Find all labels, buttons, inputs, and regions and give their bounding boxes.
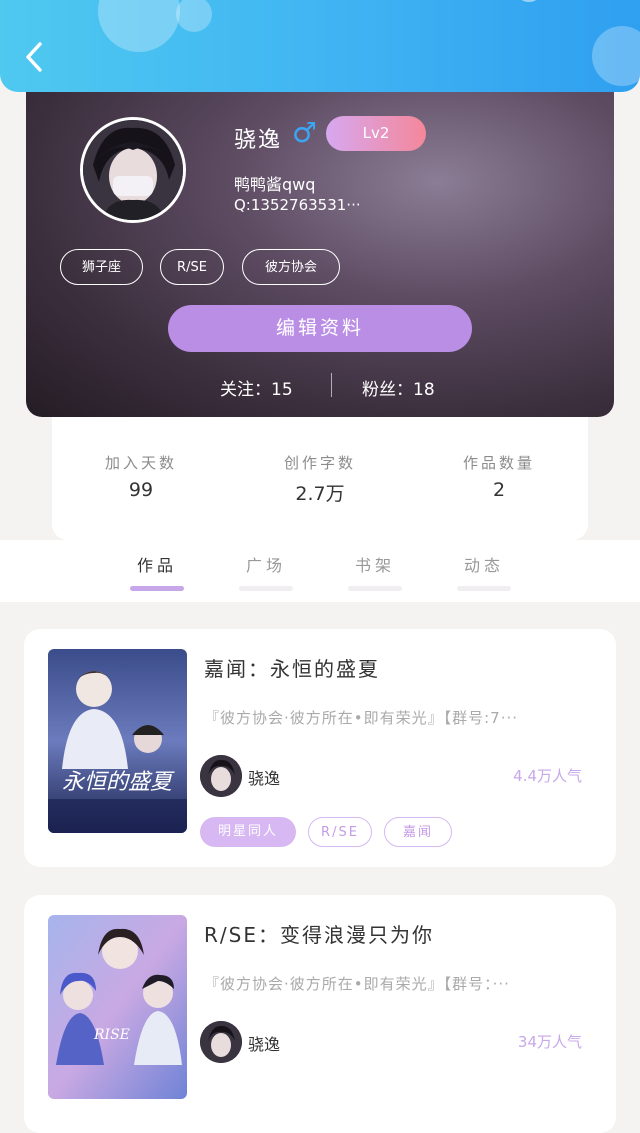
following-count[interactable]: 关注：15 bbox=[220, 375, 293, 400]
work-card[interactable]: RISE R/SE：变得浪漫只为你 『彼方协会·彼方所在•即有荣光』【群号：··… bbox=[24, 895, 616, 1133]
tab-indicator bbox=[457, 586, 511, 591]
profile-card: 骁逸 ♂ Lv2 鸭鸭酱qwq Q:1352763531··· 狮子座 R/SE… bbox=[26, 80, 614, 417]
stat-value: 2.7万 bbox=[295, 483, 345, 505]
work-tag[interactable]: 嘉闻 bbox=[384, 817, 452, 847]
tab-bar: 作品 广场 书架 动态 bbox=[0, 540, 640, 602]
work-author[interactable]: 骁逸 bbox=[248, 1031, 280, 1055]
work-tag[interactable]: 明星同人 bbox=[200, 817, 296, 847]
work-author[interactable]: 骁逸 bbox=[248, 765, 280, 789]
divider bbox=[331, 373, 332, 397]
stats-card: 加入天数 99 创作字数 2.7万 作品数量 2 bbox=[52, 400, 588, 540]
profile-tag[interactable]: R/SE bbox=[160, 249, 224, 285]
decor-bubble bbox=[592, 26, 640, 86]
back-arrow-icon[interactable] bbox=[22, 40, 50, 74]
tab-works[interactable]: 作品 bbox=[121, 552, 193, 576]
decor-bubble bbox=[98, 0, 180, 52]
stat-label: 创作字数 bbox=[283, 454, 356, 472]
male-icon: ♂ bbox=[292, 116, 318, 149]
tab-bookshelf[interactable]: 书架 bbox=[339, 552, 411, 576]
work-cover[interactable]: 永恒的盛夏 bbox=[48, 649, 187, 833]
work-description: 『彼方协会·彼方所在•即有荣光』【群号：··· bbox=[204, 975, 510, 993]
stat-label: 加入天数 bbox=[104, 454, 177, 472]
profile-tag[interactable]: 狮子座 bbox=[60, 249, 143, 285]
stat-value: 2 bbox=[492, 479, 506, 501]
work-description: 『彼方协会·彼方所在•即有荣光』【群号:7··· bbox=[204, 709, 519, 727]
fans-count[interactable]: 粉丝：18 bbox=[362, 375, 435, 400]
work-title[interactable]: 嘉闻：永恒的盛夏 bbox=[204, 653, 380, 682]
tab-activity[interactable]: 动态 bbox=[448, 552, 520, 576]
author-avatar[interactable] bbox=[200, 755, 242, 797]
stat-works-count: 作品数量 2 bbox=[414, 452, 584, 501]
edit-profile-button[interactable]: 编辑资料 bbox=[168, 305, 472, 352]
decor-bubble bbox=[520, 0, 538, 2]
username: 骁逸 bbox=[234, 128, 283, 153]
work-cover[interactable]: RISE bbox=[48, 915, 187, 1099]
avatar[interactable] bbox=[80, 117, 186, 223]
work-card[interactable]: 永恒的盛夏 嘉闻：永恒的盛夏 『彼方协会·彼方所在•即有荣光』【群号:7··· … bbox=[24, 629, 616, 867]
work-popularity: 34万人气 bbox=[517, 1033, 582, 1051]
decor-bubble bbox=[176, 0, 212, 32]
work-tag[interactable]: R/SE bbox=[308, 817, 372, 847]
stat-label: 作品数量 bbox=[462, 454, 535, 472]
tab-square[interactable]: 广场 bbox=[230, 552, 302, 576]
work-popularity: 4.4万人气 bbox=[513, 767, 582, 785]
nickname: 鸭鸭酱qwq bbox=[234, 175, 316, 194]
work-title[interactable]: R/SE：变得浪漫只为你 bbox=[204, 919, 434, 948]
stat-word-count: 创作字数 2.7万 bbox=[235, 452, 405, 506]
level-badge: Lv2 bbox=[326, 116, 426, 151]
tab-indicator bbox=[239, 586, 293, 591]
qq-number: Q:1352763531··· bbox=[234, 196, 361, 214]
profile-tag[interactable]: 彼方协会 bbox=[242, 249, 340, 285]
author-avatar[interactable] bbox=[200, 1021, 242, 1063]
top-bar bbox=[0, 0, 640, 92]
tab-indicator bbox=[130, 586, 184, 591]
tab-indicator bbox=[348, 586, 402, 591]
cover-title: 永恒的盛夏 bbox=[62, 770, 175, 795]
stat-join-days: 加入天数 99 bbox=[56, 452, 226, 501]
cover-title: RISE bbox=[93, 1027, 130, 1043]
stat-value: 99 bbox=[128, 479, 154, 501]
